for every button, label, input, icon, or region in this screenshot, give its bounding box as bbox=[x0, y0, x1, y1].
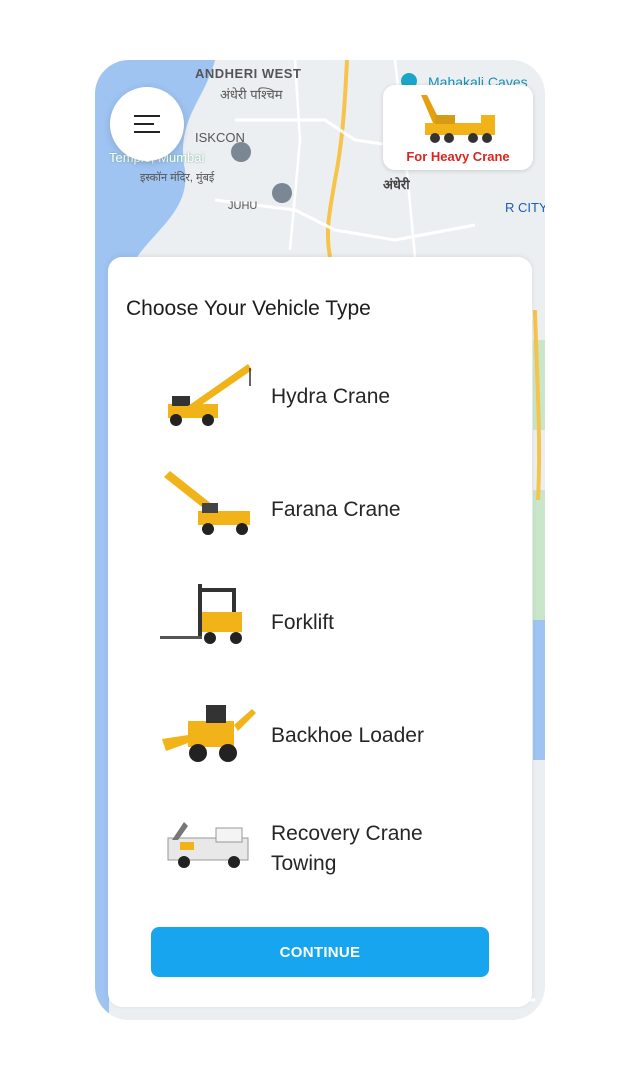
vehicle-name: Recovery Crane Towing bbox=[271, 822, 423, 875]
vehicle-item-forklift[interactable]: Forklift bbox=[148, 578, 508, 668]
vehicle-item-backhoe-loader[interactable]: Backhoe Loader bbox=[148, 691, 508, 781]
continue-button[interactable]: CONTINUE bbox=[151, 927, 489, 977]
backhoe-loader-icon bbox=[162, 705, 256, 762]
map-label-temple-hi: इस्कॉन मंदिर, मुंबई bbox=[140, 172, 215, 184]
map-label-andheri-west: ANDHERI WEST bbox=[195, 66, 302, 81]
sheet-title: Choose Your Vehicle Type bbox=[126, 297, 371, 320]
hamburger-menu-icon bbox=[134, 115, 160, 133]
map-label-andheri-west-hi: अंधेरी पश्चिम bbox=[220, 87, 283, 102]
hydra-crane-icon bbox=[168, 364, 252, 426]
vehicle-name: Farana Crane bbox=[271, 498, 401, 521]
map-label-iskcon: ISKCON bbox=[195, 130, 245, 145]
heavy-crane-label: For Heavy Crane bbox=[406, 149, 510, 164]
vehicle-name: Forklift bbox=[271, 611, 334, 634]
farana-crane-icon bbox=[164, 471, 250, 535]
vehicle-sheet: Choose Your Vehicle Type Hydra Crane Far… bbox=[108, 257, 532, 1007]
heavy-crane-icon bbox=[421, 95, 495, 143]
vehicle-name: Hydra Crane bbox=[271, 385, 391, 408]
heavy-crane-promo[interactable]: For Heavy Crane bbox=[383, 85, 533, 170]
vehicle-name: Backhoe Loader bbox=[271, 724, 424, 747]
tow-truck-icon bbox=[167, 822, 249, 868]
vehicle-item-farana-crane[interactable]: Farana Crane bbox=[148, 465, 508, 555]
phone-frame: ANDHERI WEST अंधेरी पश्चिम Mahakali Cave… bbox=[95, 60, 545, 1020]
vehicle-item-hydra-crane[interactable]: Hydra Crane bbox=[148, 352, 508, 442]
map-label-andheri: अंधेरी bbox=[383, 177, 410, 192]
forklift-icon bbox=[160, 584, 242, 644]
map-label-juhu: JUHU bbox=[228, 200, 258, 212]
map-label-city: R CITY bbox=[505, 200, 545, 215]
vehicle-item-recovery-crane-towing[interactable]: Recovery Crane Towing bbox=[148, 804, 508, 894]
menu-button[interactable] bbox=[110, 87, 184, 161]
